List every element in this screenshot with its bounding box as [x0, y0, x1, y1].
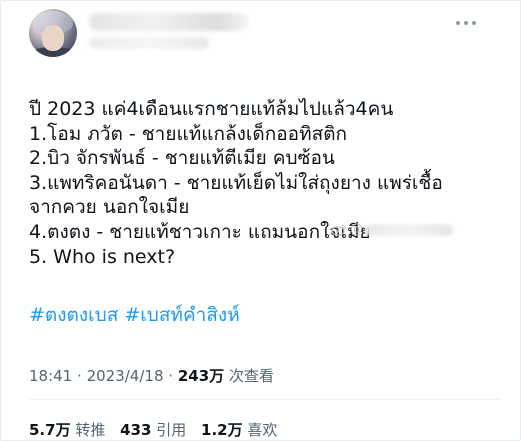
- meta-separator: ·: [168, 367, 174, 385]
- hashtag-link[interactable]: #ตงตงเบส: [29, 304, 118, 326]
- divider: [29, 399, 500, 400]
- blurred-display-name[interactable]: [89, 13, 249, 31]
- weibo-logo-icon: [331, 224, 347, 236]
- tweet-line: ปี 2023 แค่4เดือนแรกชายแท้ล้มไปแล้ว4คน: [29, 98, 394, 120]
- blurred-username[interactable]: [89, 37, 209, 49]
- tweet-meta: 18:41 · 2023/4/18 · 243万 次查看: [29, 365, 274, 386]
- tweet-stats: 5.7万 转推 433 引用 1.2万 喜欢: [29, 419, 287, 440]
- views-label: 次查看: [228, 367, 274, 385]
- quotes-count: 433: [120, 421, 152, 439]
- tweet-time[interactable]: 18:41: [29, 367, 72, 385]
- tweet-line: 5. Who is next?: [29, 245, 176, 268]
- blurred-watermark-handle: [365, 223, 453, 236]
- more-dot: [472, 21, 476, 25]
- views-count: 243万: [177, 367, 225, 385]
- avatar-face: [42, 25, 64, 51]
- more-horizontal-icon[interactable]: [456, 19, 476, 27]
- likes-label: 喜欢: [247, 421, 278, 439]
- retweets-label: 转推: [75, 421, 106, 439]
- tweet-text: ปี 2023 แค่4เดือนแรกชายแท้ล้มไปแล้ว4คน 1…: [29, 97, 499, 269]
- quotes-label: 引用: [156, 421, 187, 439]
- tweet-line: จากควย นอกใจเมีย: [29, 196, 190, 219]
- hashtag-link[interactable]: #เบสท์คำสิงห์: [124, 304, 239, 326]
- likes-count: 1.2万: [201, 421, 243, 439]
- weibo-watermark: @: [331, 222, 453, 237]
- tweet-line: 3.แพทริคอนันดา - ชายแท้เย็ดไม่ใส่ถุงยาง …: [29, 171, 443, 194]
- tweet-date[interactable]: 2023/4/18: [87, 367, 164, 385]
- likes-stat[interactable]: 1.2万 喜欢: [201, 421, 277, 439]
- tweet-line: 1.โอม ภวัต - ชายแท้แกล้งเด็กออทิสติก: [29, 122, 348, 145]
- tweet-line: 2.บิว จักรพันธ์ - ชายแท้ตีเมีย คบซ้อน: [29, 147, 335, 170]
- hashtag-row: #ตงตงเบส #เบสท์คำสิงห์: [29, 303, 240, 327]
- quotes-stat[interactable]: 433 引用: [120, 421, 191, 439]
- tweet-card: ปี 2023 แค่4เดือนแรกชายแท้ล้มไปแล้ว4คน 1…: [0, 0, 521, 441]
- retweets-stat[interactable]: 5.7万 转推: [29, 421, 110, 439]
- retweets-count: 5.7万: [29, 421, 71, 439]
- watermark-at: @: [350, 222, 363, 237]
- avatar[interactable]: [29, 9, 77, 57]
- meta-separator: ·: [77, 367, 82, 385]
- more-dot: [464, 21, 468, 25]
- more-dot: [456, 21, 460, 25]
